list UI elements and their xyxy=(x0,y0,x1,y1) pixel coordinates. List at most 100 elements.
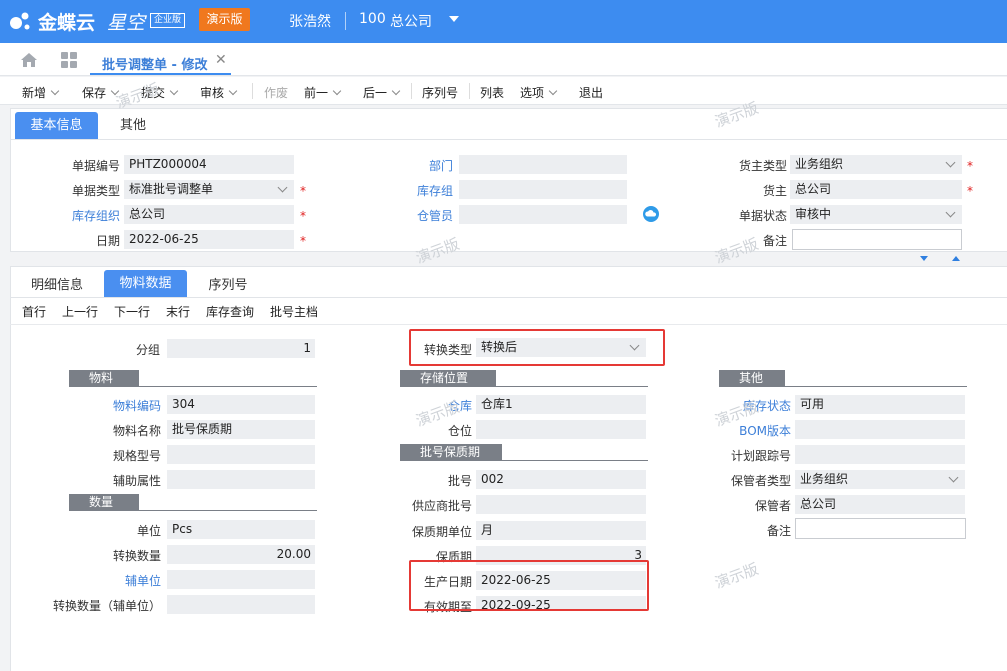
keeper-type-select[interactable]: 业务组织 xyxy=(795,470,965,489)
close-tab-icon[interactable]: ✕ xyxy=(215,52,227,68)
section-line xyxy=(719,386,967,387)
supplier-lot-label: 供应商批号 xyxy=(411,499,472,513)
remark-input[interactable] xyxy=(792,229,962,250)
prev-row-button[interactable]: 上一行 xyxy=(62,303,98,320)
spec-field[interactable] xyxy=(167,445,315,464)
tab-active-label[interactable]: 批号调整单 - 修改 xyxy=(102,54,207,73)
spec-label: 规格型号 xyxy=(112,449,161,463)
owner-field[interactable]: 总公司 xyxy=(790,180,962,199)
tab-other[interactable]: 其他 xyxy=(111,112,155,139)
bill-no-field[interactable]: PHTZ000004 xyxy=(124,155,294,174)
stock-status-field[interactable]: 可用 xyxy=(795,395,965,414)
list-button[interactable]: 列表 xyxy=(480,84,504,101)
toolbar-divider xyxy=(469,83,470,99)
stock-org-label[interactable]: 库存组织 xyxy=(60,207,120,224)
date-field[interactable]: 2022-06-25 xyxy=(124,230,294,249)
status-label: 单据状态 xyxy=(738,209,787,223)
home-icon[interactable] xyxy=(20,52,38,68)
org-name[interactable]: 总公司 xyxy=(390,11,432,31)
demo-button[interactable]: 演示版 xyxy=(199,8,250,31)
bom-version-label[interactable]: BOM版本 xyxy=(710,422,791,439)
org-dropdown-icon[interactable] xyxy=(449,16,459,22)
stock-keeper-label[interactable]: 仓管员 xyxy=(393,207,453,224)
lot-no-label: 批号 xyxy=(447,474,472,488)
chevron-down-icon xyxy=(110,86,120,96)
prev-label: 前一 xyxy=(304,86,329,100)
new-button[interactable]: 新增 xyxy=(22,84,60,101)
exit-button[interactable]: 退出 xyxy=(579,84,603,101)
remark-label: 备注 xyxy=(762,234,787,248)
aux-unit-field[interactable] xyxy=(167,570,315,589)
options-button[interactable]: 选项 xyxy=(520,84,558,101)
convert-qty-field[interactable]: 20.00 xyxy=(167,545,315,564)
tracking-no-field[interactable] xyxy=(795,445,965,464)
detail-remark-label: 备注 xyxy=(766,524,791,538)
void-button[interactable]: 作废 xyxy=(264,84,288,101)
supplier-lot-field[interactable] xyxy=(476,495,646,514)
first-row-button[interactable]: 首行 xyxy=(22,303,46,320)
chevron-down-icon xyxy=(228,86,238,96)
audit-label: 审核 xyxy=(200,86,225,100)
brand-name: 金蝶云 xyxy=(38,12,96,34)
convert-qty-label: 转换数量 xyxy=(112,549,161,563)
stock-query-button[interactable]: 库存查询 xyxy=(206,303,254,320)
toolbar-divider xyxy=(252,83,253,99)
next-row-button[interactable]: 下一行 xyxy=(114,303,150,320)
apps-grid-icon[interactable] xyxy=(61,52,77,68)
serial-button[interactable]: 序列号 xyxy=(422,84,458,101)
material-code-field[interactable]: 304 xyxy=(167,395,315,414)
stock-keeper-field[interactable] xyxy=(459,205,627,224)
row-nav-divider xyxy=(10,324,1007,325)
material-code-label[interactable]: 物料编码 xyxy=(80,397,161,414)
owner-type-label: 货主类型 xyxy=(738,159,787,173)
shelf-unit-field[interactable]: 月 xyxy=(476,521,646,540)
lot-no-field[interactable]: 002 xyxy=(476,470,646,489)
tab-basic-info[interactable]: 基本信息 xyxy=(15,112,98,139)
detail-remark-input[interactable] xyxy=(795,518,966,539)
tab-material-data[interactable]: 物料数据 xyxy=(104,270,187,297)
audit-button[interactable]: 审核 xyxy=(200,84,238,101)
keeper-field[interactable]: 总公司 xyxy=(795,495,965,514)
location-field[interactable] xyxy=(476,420,646,439)
stock-group-field[interactable] xyxy=(459,180,627,199)
submit-button[interactable]: 提交 xyxy=(141,84,179,101)
save-button[interactable]: 保存 xyxy=(82,84,120,101)
aux-unit-label[interactable]: 辅单位 xyxy=(80,572,161,589)
keeper-type-label: 保管者类型 xyxy=(730,474,791,488)
bill-type-select[interactable]: 标准批号调整单 xyxy=(124,180,294,199)
tab-serial[interactable]: 序列号 xyxy=(197,272,259,299)
aux-attr-field[interactable] xyxy=(167,470,315,489)
collapse-down-icon[interactable] xyxy=(920,256,928,261)
dept-label[interactable]: 部门 xyxy=(393,157,453,174)
lot-master-button[interactable]: 批号主档 xyxy=(270,303,318,320)
toolbar: 新增 保存 提交 审核 作废 前一 后一 序列号 列表 选项 退出 xyxy=(0,77,1007,105)
next-button[interactable]: 后一 xyxy=(363,84,401,101)
shelf-unit-label: 保质期单位 xyxy=(411,525,472,539)
status-select[interactable]: 审核中 xyxy=(790,205,962,224)
stock-org-field[interactable]: 总公司 xyxy=(124,205,294,224)
convert-qty-aux-label: 转换数量（辅单位） xyxy=(52,599,161,613)
convert-qty-aux-field[interactable] xyxy=(167,595,315,614)
group-field[interactable]: 1 xyxy=(167,339,315,358)
warehouse-field[interactable]: 仓库1 xyxy=(476,395,646,414)
cloud-sync-icon[interactable] xyxy=(643,206,659,222)
dept-field[interactable] xyxy=(459,155,627,174)
stock-group-label[interactable]: 库存组 xyxy=(393,182,453,199)
material-name-field[interactable]: 批号保质期 xyxy=(167,420,315,439)
last-row-button[interactable]: 末行 xyxy=(166,303,190,320)
owner-type-select[interactable]: 业务组织 xyxy=(790,155,962,174)
section-line xyxy=(400,460,648,461)
tab-detail-info[interactable]: 明细信息 xyxy=(19,272,95,299)
warehouse-label[interactable]: 仓库 xyxy=(392,397,472,414)
bom-version-field[interactable] xyxy=(795,420,965,439)
required-mark: * xyxy=(300,234,306,248)
user-name[interactable]: 张浩然 xyxy=(289,11,331,31)
section-line xyxy=(69,510,317,511)
unit-field[interactable]: Pcs xyxy=(167,520,315,539)
section-other: 其他 xyxy=(719,370,785,387)
section-line xyxy=(69,386,317,387)
unit-label: 单位 xyxy=(136,524,161,538)
prev-button[interactable]: 前一 xyxy=(304,84,342,101)
stock-status-label[interactable]: 库存状态 xyxy=(710,397,791,414)
collapse-up-icon[interactable] xyxy=(952,256,960,261)
